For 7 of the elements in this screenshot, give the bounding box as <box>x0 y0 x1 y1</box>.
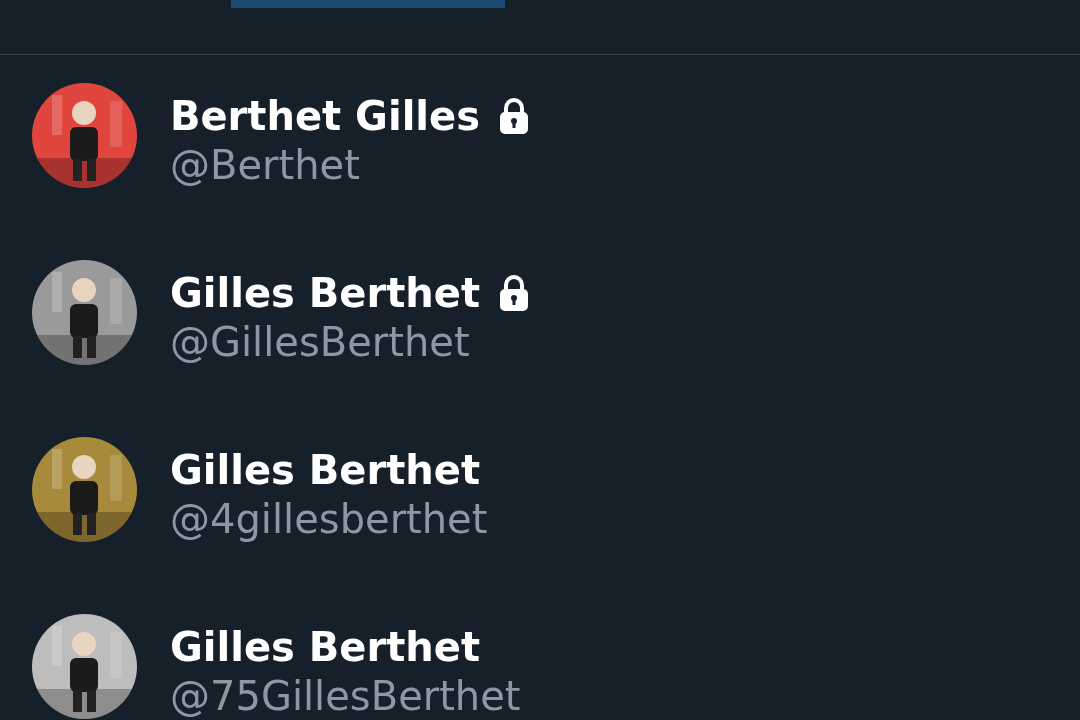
user-handle: @GillesBerthet <box>170 321 471 362</box>
user-name: Gilles Berthet <box>170 449 481 490</box>
user-name: Gilles Berthet <box>170 626 481 667</box>
user-name: Gilles Berthet <box>170 272 481 313</box>
user-name: Berthet Gilles <box>170 95 481 136</box>
user-handle: @Berthet <box>170 144 361 185</box>
user-handle: @75GillesBerthet <box>170 675 521 716</box>
